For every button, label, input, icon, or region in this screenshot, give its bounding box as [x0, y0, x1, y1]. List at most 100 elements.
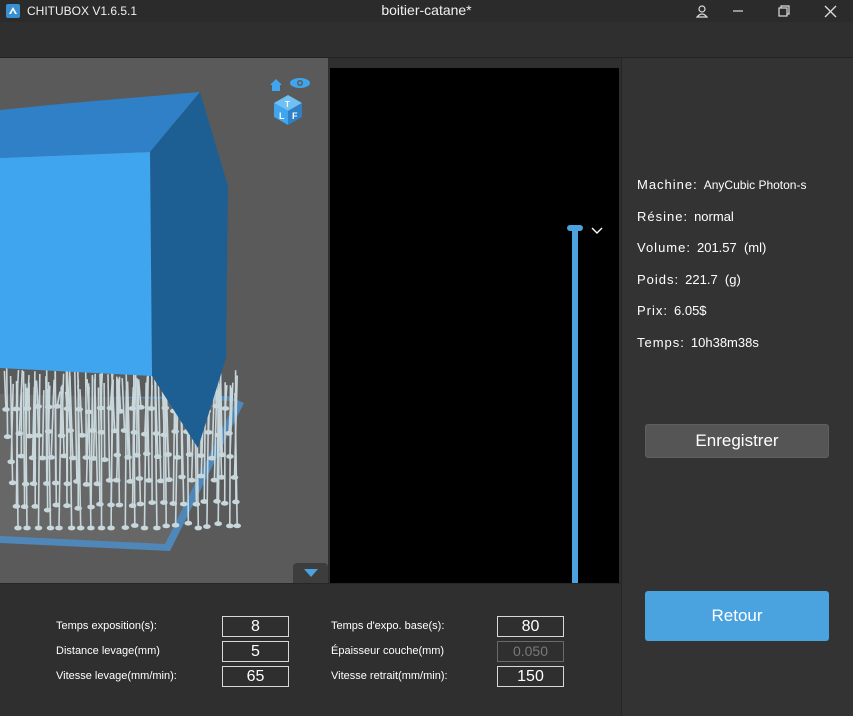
- support-foot: [200, 499, 208, 504]
- support-pillar: [5, 368, 9, 437]
- support-foot: [226, 523, 234, 529]
- support-foot: [82, 455, 91, 461]
- support-foot: [100, 457, 109, 463]
- support-foot: [140, 525, 149, 531]
- support-foot: [197, 473, 205, 479]
- support-pillar: [124, 390, 128, 528]
- support-foot: [162, 523, 170, 529]
- support-foot: [197, 453, 205, 459]
- support-foot: [38, 455, 47, 461]
- lift-distance-input[interactable]: 5: [222, 641, 289, 662]
- title-bar: CHITUBOX V1.6.5.1 boitier-catane*: [0, 0, 853, 22]
- support-pillar: [22, 371, 26, 507]
- close-button[interactable]: [810, 0, 850, 22]
- support-foot: [203, 524, 211, 530]
- toolbar: [0, 22, 853, 58]
- save-button[interactable]: Enregistrer: [645, 424, 829, 458]
- support-foot: [14, 525, 22, 531]
- machine-value: AnyCubic Photon-s: [703, 178, 807, 192]
- model-front-face: [0, 152, 152, 376]
- support-foot: [107, 525, 115, 531]
- support-foot: [179, 501, 188, 507]
- restore-button[interactable]: [764, 0, 804, 22]
- support-foot: [233, 523, 241, 529]
- support-pillar: [223, 382, 226, 504]
- weight-label: Poids:: [637, 272, 680, 287]
- weight-value: 221.7 (g): [685, 272, 741, 287]
- support-foot: [63, 503, 71, 509]
- support-pillar: [133, 371, 136, 526]
- volume-row: Volume: 201.57 (ml): [637, 240, 766, 255]
- support-foot: [31, 503, 40, 509]
- machine-row: Machine: AnyCubic Photon-s: [637, 177, 806, 192]
- svg-text:L: L: [279, 111, 285, 121]
- price-value: 6.05$: [674, 303, 707, 318]
- support-foot: [87, 525, 95, 531]
- chevron-down-icon[interactable]: [591, 227, 603, 235]
- support-foot: [78, 432, 86, 438]
- resin-label: Résine:: [637, 209, 689, 224]
- view-cube-icon[interactable]: L F T: [268, 73, 312, 125]
- weight-row: Poids: 221.7 (g): [637, 272, 741, 287]
- support-foot: [46, 525, 55, 531]
- user-account-button[interactable]: [682, 0, 722, 22]
- chitubox-logo-icon: [6, 4, 20, 18]
- layer-thickness-label: Épaisseur couche(mm): [331, 645, 445, 657]
- chitubox-window: CHITUBOX V1.6.5.1 boitier-catane* L F T …: [0, 0, 853, 716]
- minimize-icon: [733, 10, 743, 12]
- app-name: CHITUBOX V1.6.5.1: [27, 4, 138, 18]
- volume-value: 201.57 (ml): [696, 240, 767, 255]
- support-foot: [115, 502, 124, 508]
- support-foot: [136, 501, 145, 507]
- support-foot: [232, 499, 240, 505]
- price-label: Prix:: [637, 303, 668, 318]
- time-row: Temps: 10h38m38s: [637, 335, 759, 350]
- support-foot: [67, 525, 76, 531]
- support-pillar: [84, 368, 88, 458]
- volume-label: Volume:: [637, 240, 691, 255]
- retract-speed-input[interactable]: 150: [497, 666, 564, 687]
- support-pillar: [54, 371, 58, 506]
- lift-distance-label: Distance levage(mm): [56, 645, 160, 657]
- print-settings-panel: Temps exposition(s): 8 Temps d'expo. bas…: [0, 583, 621, 716]
- time-label: Temps:: [637, 335, 685, 350]
- support-foot: [7, 459, 15, 465]
- lift-speed-label: Vitesse levage(mm/min):: [56, 670, 177, 682]
- minimize-button[interactable]: [718, 0, 758, 22]
- support-pillar: [164, 387, 167, 526]
- svg-text:F: F: [292, 111, 298, 121]
- support-foot: [97, 525, 106, 531]
- support-foot: [214, 521, 222, 527]
- layer-thickness-input: 0.050: [497, 641, 564, 662]
- time-value: 10h38m38s: [690, 335, 759, 350]
- support-foot: [220, 500, 229, 506]
- machine-label: Machine:: [637, 177, 698, 192]
- slice-preview: [330, 68, 619, 583]
- model-scene: [0, 92, 244, 551]
- base-exposure-input[interactable]: 80: [497, 616, 564, 637]
- support-foot: [55, 525, 63, 531]
- exposure-time-label: Temps exposition(s):: [56, 620, 157, 632]
- close-icon: [824, 5, 836, 17]
- lift-speed-input[interactable]: 65: [222, 666, 289, 687]
- support-foot: [23, 525, 31, 531]
- support-foot: [82, 481, 91, 487]
- support-foot: [2, 406, 10, 412]
- 3d-viewport[interactable]: L F T: [0, 58, 328, 583]
- support-foot: [184, 520, 193, 526]
- exposure-time-input[interactable]: 8: [222, 616, 289, 637]
- support-foot: [121, 525, 130, 531]
- support-foot: [178, 474, 186, 480]
- collapse-panel-button[interactable]: [293, 563, 328, 583]
- layer-slider-handle[interactable]: [567, 225, 583, 231]
- support-foot: [153, 525, 161, 531]
- support-foot: [171, 522, 180, 528]
- support-foot: [52, 502, 61, 508]
- support-foot: [145, 477, 153, 483]
- restore-icon: [778, 5, 790, 17]
- svg-text:T: T: [285, 100, 290, 109]
- back-button[interactable]: Retour: [645, 591, 829, 641]
- layer-slider-track[interactable]: [572, 228, 578, 583]
- support-foot: [194, 525, 203, 531]
- support-foot: [25, 433, 34, 439]
